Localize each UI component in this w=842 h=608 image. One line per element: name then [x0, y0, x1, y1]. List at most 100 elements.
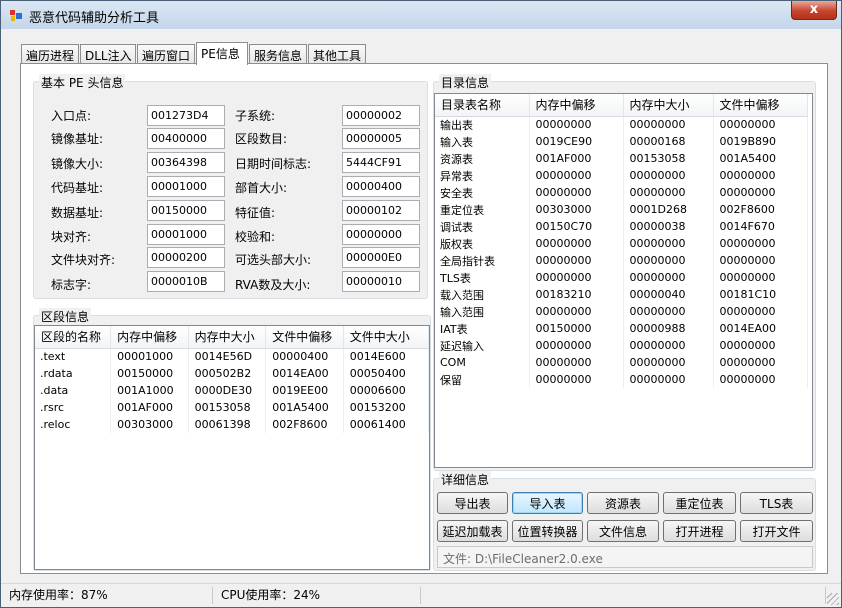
- tab-other-tools[interactable]: 其他工具: [308, 44, 366, 64]
- headers-size-field[interactable]: 00000400: [342, 176, 420, 197]
- col-raw-offset[interactable]: 文件中偏移: [265, 326, 344, 349]
- optional-header-size-field[interactable]: 000000E0: [342, 247, 420, 268]
- cell: 00150000: [529, 320, 624, 337]
- table-row[interactable]: .rdata 00150000 000502B2 0014EA00 000504…: [35, 365, 429, 382]
- tab-pe-info[interactable]: PE信息: [196, 42, 248, 65]
- col-virtual-size[interactable]: 内存中大小: [188, 326, 267, 349]
- col-section-name[interactable]: 区段的名称: [35, 326, 112, 349]
- cell: 00000000: [623, 167, 714, 184]
- section-count-field[interactable]: 00000005: [342, 128, 420, 149]
- cell: 0000DE30: [188, 382, 267, 399]
- rva-count-field[interactable]: 00000010: [342, 271, 420, 292]
- table-row[interactable]: .reloc 00303000 00061398 002F8600 000614…: [35, 416, 429, 433]
- tab-process-list[interactable]: 遍历进程: [21, 44, 79, 64]
- cell: 00000000: [529, 354, 624, 371]
- delay-load-table-button[interactable]: 延迟加载表: [437, 520, 508, 542]
- table-row[interactable]: .rsrc 001AF000 00153058 001A5400 0015320…: [35, 399, 429, 416]
- address-converter-button[interactable]: 位置转换器: [512, 520, 583, 542]
- table-row[interactable]: 全局指针表 00000000 00000000 00000000: [435, 252, 808, 269]
- table-row[interactable]: 版权表 00000000 00000000 00000000: [435, 235, 808, 252]
- timestamp-field[interactable]: 5444CF91: [342, 152, 420, 173]
- cell: 调试表: [435, 218, 530, 235]
- section-count-label: 区段数目:: [235, 132, 288, 146]
- cell: 版权表: [435, 235, 530, 252]
- resource-table-button[interactable]: 资源表: [587, 492, 659, 514]
- tab-dll-inject[interactable]: DLL注入: [80, 44, 136, 64]
- table-row[interactable]: 重定位表 00303000 0001D268 002F8600: [435, 201, 808, 218]
- section-alignment-field[interactable]: 00001000: [147, 224, 225, 245]
- title-bar[interactable]: 恶意代码辅助分析工具 x: [1, 1, 841, 29]
- sections-group-title: 区段信息: [39, 308, 92, 325]
- tab-service-info[interactable]: 服务信息: [249, 44, 307, 64]
- table-row[interactable]: 保留 00000000 00000000 00000000: [435, 371, 808, 388]
- cell: 00000000: [529, 371, 624, 388]
- table-row[interactable]: 输出表 00000000 00000000 00000000: [435, 116, 808, 133]
- col-directory-size[interactable]: 内存中大小: [623, 94, 714, 117]
- col-directory-file-offset[interactable]: 文件中偏移: [713, 94, 808, 117]
- cell: 输入表: [435, 133, 530, 150]
- resize-grip-icon[interactable]: [827, 593, 839, 605]
- entry-point-field[interactable]: 001273D4: [147, 105, 225, 126]
- cell: 00000000: [529, 269, 624, 286]
- characteristics-field[interactable]: 00000102: [342, 200, 420, 221]
- memory-usage-status: 内存使用率：87%: [1, 587, 213, 604]
- cell: 输入范围: [435, 303, 530, 320]
- open-process-button[interactable]: 打开进程: [663, 520, 736, 542]
- image-base-field[interactable]: 00400000: [147, 128, 225, 149]
- tab-window-list[interactable]: 遍历窗口: [137, 44, 195, 64]
- open-file-button[interactable]: 打开文件: [740, 520, 813, 542]
- file-info-button[interactable]: 文件信息: [587, 520, 659, 542]
- sections-list[interactable]: 区段的名称 内存中偏移 内存中大小 文件中偏移 文件中大小 .text 0000…: [34, 325, 430, 570]
- close-button[interactable]: x: [791, 1, 837, 20]
- cell: 00000000: [529, 303, 624, 320]
- cell: 001AF000: [110, 399, 189, 416]
- code-base-field[interactable]: 00001000: [147, 176, 225, 197]
- tls-table-button[interactable]: TLS表: [740, 492, 813, 514]
- table-row[interactable]: .text 00001000 0014E56D 00000400 0014E60…: [35, 348, 429, 365]
- table-row[interactable]: 输入表 0019CE90 00000168 0019B890: [435, 133, 808, 150]
- magic-field[interactable]: 0000010B: [147, 271, 225, 292]
- export-table-button[interactable]: 导出表: [437, 492, 508, 514]
- cell: 00000000: [713, 371, 808, 388]
- table-row[interactable]: TLS表 00000000 00000000 00000000: [435, 269, 808, 286]
- status-bar: 内存使用率：87% CPU使用率：24%: [1, 583, 841, 607]
- import-table-button[interactable]: 导入表: [512, 492, 583, 514]
- col-virtual-offset[interactable]: 内存中偏移: [110, 326, 189, 349]
- cell: 00150C70: [529, 218, 624, 235]
- magic-label: 标志字:: [51, 278, 92, 292]
- table-row[interactable]: .data 001A1000 0000DE30 0019EE00 0000660…: [35, 382, 429, 399]
- table-row[interactable]: COM 00000000 00000000 00000000: [435, 354, 808, 371]
- headers-size-label: 部首大小:: [235, 181, 288, 195]
- table-row[interactable]: 异常表 00000000 00000000 00000000: [435, 167, 808, 184]
- cell: 输出表: [435, 116, 530, 133]
- data-base-field[interactable]: 00150000: [147, 200, 225, 221]
- table-row[interactable]: IAT表 00150000 00000988 0014EA00: [435, 320, 808, 337]
- directory-list[interactable]: 目录表名称 内存中偏移 内存中大小 文件中偏移 输出表 00000000 00000…: [434, 93, 813, 468]
- cell: 00000000: [713, 337, 808, 354]
- col-directory-rva[interactable]: 内存中偏移: [529, 94, 624, 117]
- cell: 异常表: [435, 167, 530, 184]
- cell: .reloc: [35, 416, 112, 433]
- table-row[interactable]: 调试表 00150C70 00000038 0014F670: [435, 218, 808, 235]
- col-raw-size[interactable]: 文件中大小: [343, 326, 429, 349]
- cell: 00181C10: [713, 286, 808, 303]
- col-directory-name[interactable]: 目录表名称: [435, 94, 530, 117]
- file-alignment-field[interactable]: 00000200: [147, 247, 225, 268]
- table-row[interactable]: 资源表 001AF000 00153058 001A5400: [435, 150, 808, 167]
- cell: 00000000: [713, 116, 808, 133]
- relocation-table-button[interactable]: 重定位表: [663, 492, 736, 514]
- subsystem-field[interactable]: 00000002: [342, 105, 420, 126]
- cell: 00000400: [265, 348, 344, 365]
- table-row[interactable]: 输入范围 00000000 00000000 00000000: [435, 303, 808, 320]
- table-row[interactable]: 载入范围 00183210 00000040 00181C10: [435, 286, 808, 303]
- image-size-field[interactable]: 00364398: [147, 152, 225, 173]
- table-row[interactable]: 延迟输入 00000000 00000000 00000000: [435, 337, 808, 354]
- directory-header-row: 目录表名称 内存中偏移 内存中大小 文件中偏移: [435, 94, 808, 117]
- table-row[interactable]: 安全表 00000000 00000000 00000000: [435, 184, 808, 201]
- image-base-label: 镜像基址:: [51, 132, 104, 146]
- cell: 001A1000: [110, 382, 189, 399]
- checksum-field[interactable]: 00000000: [342, 224, 420, 245]
- image-size-label: 镜像大小:: [51, 157, 104, 171]
- cell: 00000000: [623, 371, 714, 388]
- cell: 00000000: [713, 303, 808, 320]
